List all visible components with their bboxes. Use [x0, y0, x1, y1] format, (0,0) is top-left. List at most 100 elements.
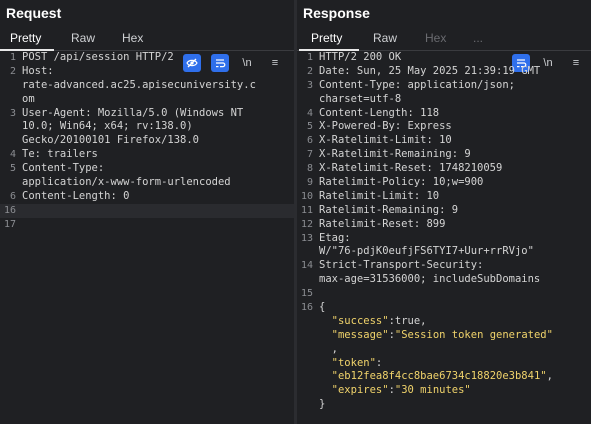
code-text: X-Ratelimit-Reset: 1748210059: [319, 162, 503, 175]
json-row: "token":: [297, 357, 591, 371]
response-pane: Response Pretty Raw Hex ... \n ≡ 1 HTTP/2…: [297, 0, 591, 424]
code-row: 15: [297, 287, 591, 301]
code-row: 11 Ratelimit-Remaining: 9: [297, 204, 591, 218]
code-row: 2 Host:: [0, 65, 294, 79]
line-number: 4: [306, 107, 313, 119]
code-text: Gecko/20100101 Firefox/138.0: [22, 134, 200, 147]
code-row: rate-advanced.ac25.apisecuniversity.c: [0, 79, 294, 93]
code-line: 16: [0, 203, 294, 218]
response-editor[interactable]: 1 HTTP/2 200 OK 2 Date: Sun, 25 May 2025 21…: [297, 51, 591, 424]
line-number: 1: [306, 52, 313, 63]
code-row: 4 Te: trailers: [0, 148, 294, 162]
code-line: 9 Ratelimit-Policy: 10;w=900: [297, 176, 591, 190]
code-line: 14 Strict-Transport-Security: max-age=3153…: [297, 259, 591, 287]
code-text: W/"76-pdjK0eufjFS6TYI7+Uur+rrRVjo": [319, 245, 534, 258]
code-line: 1 HTTP/2 200 OK: [297, 51, 591, 65]
request-pane: Request Pretty Raw Hex \n ≡ 1 POST /api/…: [0, 0, 294, 424]
line-number: 2: [9, 65, 16, 77]
code-line: 3 User-Agent: Mozilla/5.0 (Windows NT 10.0…: [0, 107, 294, 149]
code-row: 14 Strict-Transport-Security:: [297, 259, 591, 273]
code-line: 17: [0, 218, 294, 232]
line-number: 4: [9, 149, 16, 161]
line-number: 12: [300, 218, 313, 230]
code-text: {: [319, 301, 326, 314]
code-text: Ratelimit-Limit: 10: [319, 189, 440, 202]
line-number: 3: [9, 107, 16, 119]
tab-raw[interactable]: Raw: [373, 31, 397, 45]
code-text: charset=utf-8: [319, 92, 402, 105]
code-row: 3 User-Agent: Mozilla/5.0 (Windows NT: [0, 107, 294, 121]
json-row: ,: [297, 343, 591, 357]
code-row: 16 {: [297, 301, 591, 315]
code-line: 3 Content-Type: application/json; charset=…: [297, 79, 591, 107]
tab-raw[interactable]: Raw: [71, 31, 95, 45]
code-text: Content-Length: 118: [319, 106, 440, 119]
code-row: 1 POST /api/session HTTP/2: [0, 51, 294, 65]
code-row: om: [0, 93, 294, 107]
code-line: 13 Etag: W/"76-pdjK0eufjFS6TYI7+Uur+rrRVjo…: [297, 232, 591, 260]
code-line: 11 Ratelimit-Remaining: 9: [297, 204, 591, 218]
code-row: max-age=31536000; includeSubDomains: [297, 273, 591, 287]
response-title: Response: [303, 5, 370, 21]
tab-hex[interactable]: Hex: [122, 31, 143, 45]
code-row: Gecko/20100101 Firefox/138.0: [0, 134, 294, 148]
json-text: "token":: [331, 356, 383, 369]
line-number: 16: [3, 204, 16, 216]
code-line: 1 POST /api/session HTTP/2: [0, 51, 294, 65]
code-text: Ratelimit-Reset: 899: [319, 217, 446, 230]
tab-hex: Hex: [425, 31, 447, 45]
json-text: ,: [319, 342, 338, 355]
code-line: 2 Date: Sun, 25 May 2025 21:39:19 GMT: [297, 65, 591, 79]
code-text: 10.0; Win64; x64; rv:138.0): [22, 120, 193, 133]
code-text: Ratelimit-Remaining: 9: [319, 203, 459, 216]
line-number: 6: [306, 135, 313, 147]
code-row: 17: [0, 218, 294, 232]
json-text: "eb12fea8f4cc8bae6734c18820e3b841",: [331, 370, 553, 383]
response-tabs: Pretty Raw Hex ... \n ≡: [297, 28, 591, 72]
code-row: 12 Ratelimit-Reset: 899: [297, 218, 591, 232]
request-title: Request: [6, 5, 62, 21]
line-number: 13: [300, 232, 313, 244]
code-row: 6 Content-Length: 0: [0, 190, 294, 204]
code-text: Content-Type:: [22, 162, 105, 175]
code-row: 7 X-Ratelimit-Remaining: 9: [297, 148, 591, 162]
code-row: 9 Ratelimit-Policy: 10;w=900: [297, 176, 591, 190]
line-number: 11: [300, 204, 313, 216]
code-text: Content-Length: 0: [22, 189, 130, 202]
code-line: 16 {: [297, 301, 591, 315]
code-text: max-age=31536000; includeSubDomains: [319, 273, 541, 286]
code-text: Strict-Transport-Security:: [319, 259, 484, 272]
line-number: 9: [306, 177, 313, 189]
code-line: 8 X-Ratelimit-Reset: 1748210059: [297, 162, 591, 176]
code-text: HTTP/2 200 OK: [319, 51, 402, 63]
tab-more: ...: [473, 31, 484, 45]
code-line: 10 Ratelimit-Limit: 10: [297, 190, 591, 204]
json-text: "message":"Session token generated": [331, 328, 553, 341]
line-number: 16: [300, 302, 313, 314]
code-text: X-Powered-By: Express: [319, 120, 452, 133]
code-text: POST /api/session HTTP/2: [22, 51, 174, 63]
code-line: 12 Ratelimit-Reset: 899: [297, 218, 591, 232]
code-row: application/x-www-form-urlencoded: [0, 176, 294, 190]
code-text: Etag:: [319, 231, 351, 244]
tab-pretty[interactable]: Pretty: [10, 31, 41, 45]
code-text: X-Ratelimit-Limit: 10: [319, 134, 452, 147]
json-row: "expires":"30 minutes": [297, 384, 591, 398]
line-number: 10: [300, 190, 313, 202]
json-row: "success":true,: [297, 315, 591, 329]
line-number: 14: [300, 260, 313, 272]
request-tabs: Pretty Raw Hex \n ≡: [0, 28, 294, 72]
code-row: 13 Etag:: [297, 232, 591, 246]
line-number: 5: [9, 163, 16, 175]
tab-pretty[interactable]: Pretty: [311, 31, 342, 45]
code-text: Ratelimit-Policy: 10;w=900: [319, 176, 484, 189]
code-line: 2 Host: rate-advanced.ac25.apisecuniversit…: [0, 65, 294, 107]
code-text: Content-Type: application/json;: [319, 78, 515, 91]
line-number: 17: [3, 218, 16, 230]
code-text: User-Agent: Mozilla/5.0 (Windows NT: [22, 106, 244, 119]
code-row: W/"76-pdjK0eufjFS6TYI7+Uur+rrRVjo": [297, 245, 591, 259]
line-number: 1: [9, 52, 16, 63]
code-row: 16: [0, 204, 294, 218]
request-editor[interactable]: 1 POST /api/session HTTP/2 2 Host: rate-adva…: [0, 51, 294, 424]
code-text: X-Ratelimit-Remaining: 9: [319, 148, 471, 161]
